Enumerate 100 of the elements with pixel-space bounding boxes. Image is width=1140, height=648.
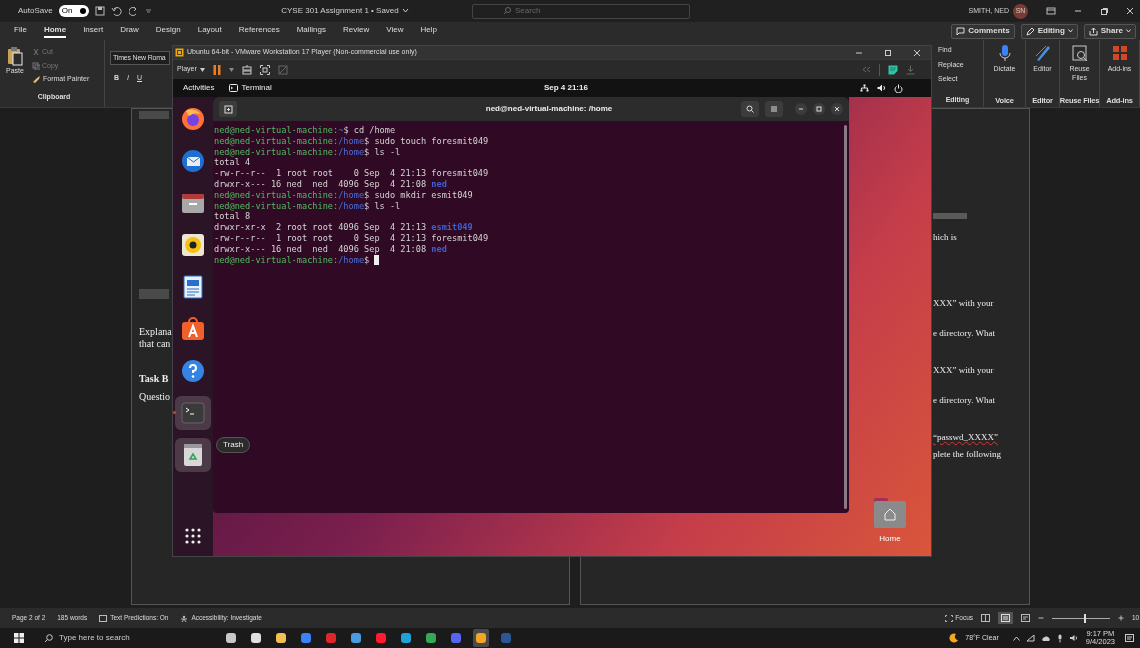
terminal-line: drwxr-x--- 16 ned ned 4096 Sep 4 21:08 ned — [214, 243, 448, 255]
activities-button[interactable]: Activities — [183, 82, 215, 94]
note-icon[interactable] — [888, 64, 898, 75]
close-button[interactable] — [831, 103, 843, 115]
ribbon-tab[interactable]: Insert — [83, 24, 104, 38]
ribbon-tab[interactable]: Design — [155, 24, 181, 38]
volume-icon[interactable] — [877, 84, 886, 92]
ribbon-tab[interactable]: Review — [343, 24, 370, 38]
pause-icon[interactable] — [212, 64, 221, 75]
web-layout-icon[interactable] — [1021, 614, 1030, 622]
clock-button[interactable]: Sep 4 21:16 — [543, 82, 588, 94]
close-icon[interactable] — [1126, 7, 1134, 15]
search-button[interactable] — [741, 101, 759, 117]
ribbon-tab[interactable]: Help — [420, 24, 437, 38]
ribbon-display-icon[interactable] — [1046, 7, 1056, 15]
new-tab-icon[interactable] — [223, 104, 233, 114]
document-icon[interactable] — [180, 274, 206, 300]
browser-icon[interactable] — [180, 106, 206, 132]
app-icon[interactable] — [250, 632, 262, 644]
terminal-title: ned@ned-virtual-machine: /home — [485, 103, 613, 115]
terminal-icon — [228, 84, 238, 92]
windows-start-icon[interactable] — [14, 633, 24, 643]
chevron-down-icon — [1067, 29, 1073, 33]
comment-icon — [956, 26, 966, 36]
minimize-button[interactable] — [795, 103, 807, 115]
notifications-icon[interactable] — [1125, 633, 1134, 643]
ribbon-tab[interactable]: Layout — [197, 24, 222, 38]
app-icon[interactable] — [350, 632, 362, 644]
minimize-icon[interactable] — [1074, 7, 1082, 15]
document-text: e directory. What — [933, 394, 995, 406]
app-menu-button[interactable]: Terminal — [228, 82, 272, 94]
taskbar-app-button[interactable] — [473, 629, 489, 647]
comments-button[interactable]: Comments — [951, 23, 1015, 39]
app-icon[interactable] — [425, 632, 437, 644]
search-icon — [503, 7, 511, 15]
inline-image — [139, 289, 169, 299]
share-button[interactable]: Share — [1083, 23, 1136, 39]
focus-icon — [945, 614, 954, 622]
shopping-bag-icon[interactable] — [180, 316, 206, 342]
terminal-line: ned@ned-virtual-machine:/home$ ls -l — [214, 146, 402, 158]
fullscreen-icon[interactable] — [259, 64, 270, 75]
ribbon-tab[interactable]: File — [14, 24, 27, 38]
document-text: XXX” with your — [933, 297, 994, 309]
app-icon[interactable] — [225, 632, 237, 644]
download-icon[interactable] — [906, 64, 915, 75]
search-icon — [44, 633, 53, 643]
restore-icon[interactable] — [1100, 7, 1108, 15]
inline-image — [933, 213, 967, 219]
ribbon-tab[interactable]: Home — [43, 24, 67, 38]
read-mode-icon[interactable] — [981, 614, 990, 622]
network-icon[interactable] — [860, 84, 869, 92]
menu-button[interactable] — [765, 101, 783, 117]
close-icon[interactable] — [913, 48, 921, 57]
terminal-line: ned@ned-virtual-machine:/home$ ls -l — [214, 200, 402, 212]
app-grid-icon[interactable] — [185, 528, 201, 544]
document-text: Task B — [139, 373, 169, 385]
autosave-toggle[interactable]: On — [58, 5, 89, 17]
home-folder-icon[interactable] — [873, 497, 907, 529]
desktop-icon-label[interactable]: Home — [879, 533, 901, 545]
new-tab-button[interactable] — [219, 101, 237, 117]
chevron-down-icon[interactable] — [401, 8, 409, 14]
zoom-in-icon[interactable] — [1118, 615, 1124, 621]
ribbon-tab[interactable]: View — [386, 24, 404, 38]
menu-icon — [770, 105, 778, 113]
editing-mode-button[interactable]: Editing — [1020, 23, 1078, 39]
mail-icon[interactable] — [180, 148, 206, 174]
save-icon[interactable] — [94, 6, 105, 16]
app-icon[interactable] — [400, 632, 412, 644]
help-icon[interactable] — [180, 358, 206, 384]
maximize-button[interactable] — [813, 103, 825, 115]
dock-item[interactable] — [175, 438, 211, 472]
caret-icon[interactable] — [228, 67, 234, 72]
document-text: Explana — [139, 326, 172, 338]
maximize-icon — [816, 106, 822, 112]
terminal-line: ned@ned-virtual-machine:/home$ sudo mkdir esmit049 — [214, 189, 474, 201]
zoom-out-icon[interactable] — [1038, 615, 1044, 621]
document-text: XXX” with your — [933, 364, 994, 376]
taskbar-search-field[interactable]: Type here to search — [38, 629, 163, 647]
terminal-line: ned@ned-virtual-machine:/home$ sudo touch foresmit049 — [214, 135, 490, 147]
undo-icon[interactable] — [110, 6, 123, 16]
terminal-line: -rw-r--r-- 1 root root 0 Sep 4 21:13 foresmit049 — [214, 168, 490, 179]
power-icon[interactable] — [894, 83, 903, 93]
document-search-icon — [1070, 44, 1089, 62]
share-icon — [1088, 26, 1098, 36]
ribbon-tab[interactable]: Draw — [120, 24, 139, 38]
app-icon[interactable] — [275, 632, 287, 644]
autosave-label: AutoSave — [18, 5, 53, 17]
caret-up-icon[interactable] — [1012, 635, 1020, 641]
speaker-icon[interactable] — [1068, 634, 1078, 642]
speaker-icon[interactable] — [180, 232, 206, 258]
redo-icon[interactable] — [128, 6, 139, 16]
document-text: Questio — [139, 391, 171, 403]
ribbon-tab[interactable]: Mailings — [296, 24, 326, 38]
ribbon-tab[interactable]: References — [238, 24, 280, 38]
terminal-line: -rw-r--r-- 1 root root 0 Sep 4 21:13 foresmit049 — [214, 232, 490, 244]
cloud-icon[interactable] — [1040, 634, 1051, 642]
print-layout-icon[interactable] — [1001, 614, 1010, 622]
wifi-icon[interactable] — [1025, 634, 1035, 642]
maximize-icon[interactable] — [884, 48, 892, 57]
microphone-icon[interactable] — [1056, 633, 1063, 643]
